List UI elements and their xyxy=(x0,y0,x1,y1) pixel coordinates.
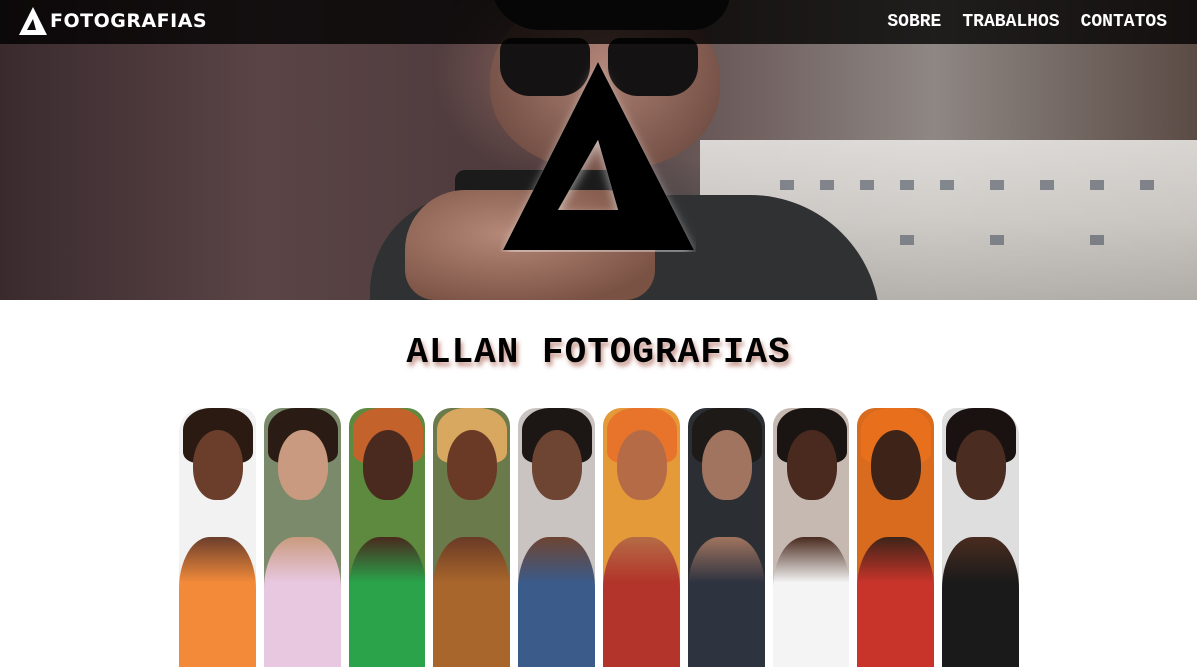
hero-banner xyxy=(0,0,1197,300)
gallery-photo[interactable] xyxy=(602,408,680,667)
gallery-photo[interactable] xyxy=(263,408,341,667)
gallery-photo[interactable] xyxy=(687,408,765,667)
page-title: ALLAN FOTOGRAFIAS xyxy=(406,332,791,373)
gallery-photo[interactable] xyxy=(772,408,850,667)
triangle-a-logo-icon xyxy=(503,62,694,250)
portrait-outfit xyxy=(942,537,1019,667)
gallery-photo[interactable] xyxy=(433,408,511,667)
gallery-photo[interactable] xyxy=(942,408,1019,667)
portrait-face xyxy=(277,430,328,500)
brand-name: FOTOGRAFIAS xyxy=(50,10,208,32)
portrait-face xyxy=(193,430,243,500)
portrait-outfit xyxy=(179,537,256,667)
portrait-face xyxy=(871,430,922,500)
portrait-face xyxy=(616,430,667,500)
portrait-outfit xyxy=(263,537,341,667)
portrait-gallery xyxy=(179,408,1019,667)
portrait-face xyxy=(532,430,583,500)
portrait-face xyxy=(786,430,837,500)
gallery-photo[interactable] xyxy=(857,408,935,667)
portrait-outfit xyxy=(857,537,935,667)
gallery-photo[interactable] xyxy=(348,408,426,667)
gallery-photo[interactable] xyxy=(518,408,595,667)
portrait-face xyxy=(956,430,1007,500)
nav-link-trabalhos[interactable]: TRABALHOS xyxy=(962,12,1059,32)
portrait-outfit xyxy=(602,537,680,667)
brand-logo-link[interactable]: FOTOGRAFIAS xyxy=(18,4,207,38)
portrait-face xyxy=(701,430,752,500)
nav-link-sobre[interactable]: SOBRE xyxy=(887,12,941,32)
gallery-photo[interactable] xyxy=(179,408,256,667)
portrait-outfit xyxy=(348,537,426,667)
top-navbar: FOTOGRAFIAS SOBRE TRABALHOS CONTATOS xyxy=(0,0,1197,44)
nav-menu: SOBRE TRABALHOS CONTATOS xyxy=(866,0,1167,44)
portrait-outfit xyxy=(518,537,595,667)
triangle-a-logo-icon xyxy=(19,7,47,35)
portrait-outfit xyxy=(687,537,765,667)
portrait-outfit xyxy=(772,537,850,667)
portrait-face xyxy=(362,430,413,500)
nav-link-contatos[interactable]: CONTATOS xyxy=(1081,12,1167,32)
portrait-outfit xyxy=(433,537,511,667)
portrait-face xyxy=(447,430,498,500)
